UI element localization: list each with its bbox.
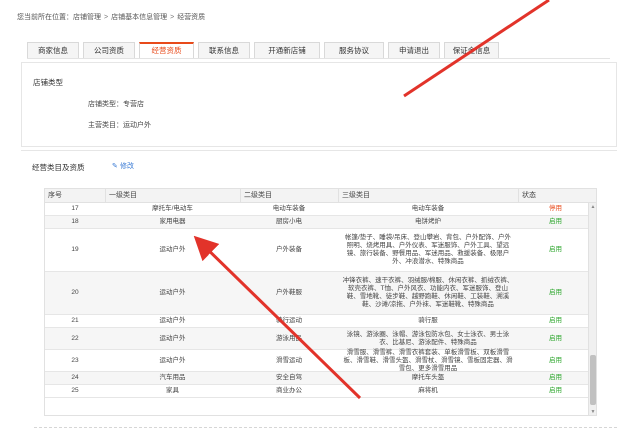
annotation-arrow-bottom [193,235,362,400]
annotation-arrows [193,0,550,400]
annotation-arrow-top [403,0,550,98]
